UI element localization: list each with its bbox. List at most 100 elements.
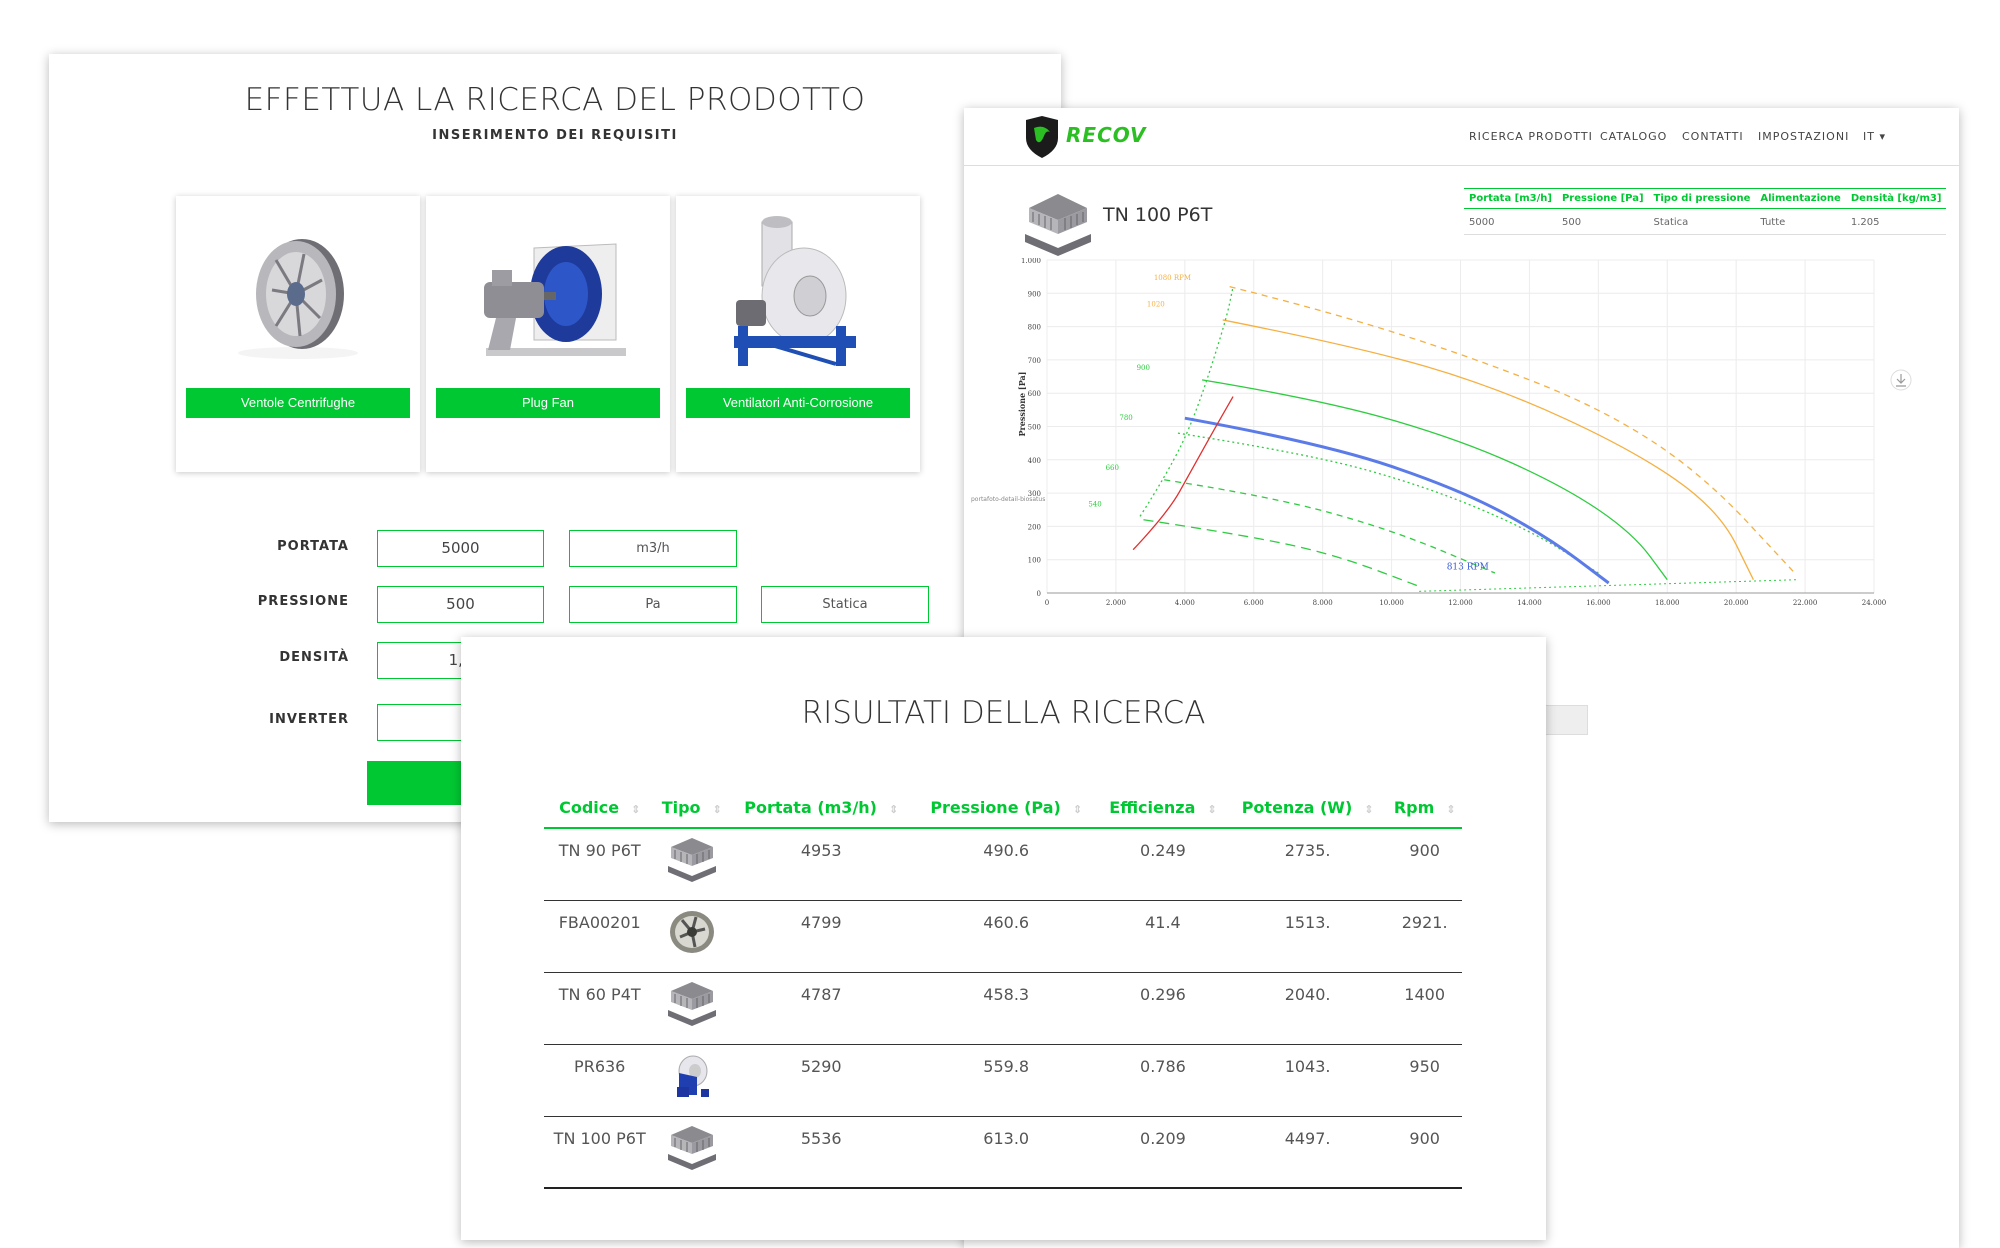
category-button-plug-fan[interactable]: Plug Fan bbox=[436, 388, 660, 418]
x-tick-label: 16.000 bbox=[1586, 599, 1611, 607]
chart-download-icon[interactable] bbox=[1890, 369, 1912, 391]
operating-rpm-label: 813 RPM bbox=[1447, 563, 1489, 573]
category-button-anticorrosione[interactable]: Ventilatori Anti-Corrosione bbox=[686, 388, 910, 418]
column-header-tipo[interactable]: Tipo ⇕ bbox=[655, 786, 729, 829]
x-tick-label: 4.000 bbox=[1175, 599, 1195, 607]
y-tick-label: 600 bbox=[1028, 390, 1041, 398]
cell-efficienza: 0.209 bbox=[1098, 1116, 1228, 1189]
column-header-potenza[interactable]: Potenza (W) ⇕ bbox=[1227, 786, 1388, 829]
densita-label: DENSITÀ bbox=[279, 650, 349, 665]
search-form-title: EFFETTUA LA RICERCA DEL PRODOTTO bbox=[244, 82, 866, 118]
category-card-anticorrosione[interactable]: Ventilatori Anti-Corrosione bbox=[676, 196, 920, 472]
top-navbar: RECOV RICERCA PRODOTTI CATALOGO CONTATTI… bbox=[964, 108, 1959, 166]
table-row[interactable]: FBA00201 4799 460.6 41.4 1513. 2921. bbox=[544, 900, 1462, 973]
brand-name[interactable]: RECOV bbox=[1066, 123, 1147, 147]
nav-ricerca-prodotti[interactable]: RICERCA PRODOTTI bbox=[1469, 130, 1593, 143]
x-tick-label: 8.000 bbox=[1313, 599, 1333, 607]
portata-unit-select[interactable]: m3/h bbox=[569, 530, 737, 567]
portata-input[interactable]: 5000 bbox=[377, 530, 544, 567]
category-button-centrifughe[interactable]: Ventole Centrifughe bbox=[186, 388, 410, 418]
curve-series-0 bbox=[1229, 286, 1796, 574]
cell-portata: 5290 bbox=[728, 1044, 915, 1117]
spec-value-densita: 1.205 bbox=[1845, 208, 1947, 235]
sort-icon[interactable]: ⇕ bbox=[631, 803, 640, 816]
cell-efficienza: 0.296 bbox=[1098, 972, 1228, 1045]
sort-icon[interactable]: ⇕ bbox=[1446, 803, 1455, 816]
x-tick-label: 10.000 bbox=[1379, 599, 1404, 607]
nav-impostazioni[interactable]: IMPOSTAZIONI bbox=[1758, 130, 1849, 143]
nav-contatti[interactable]: CONTATTI bbox=[1682, 130, 1744, 143]
sort-icon[interactable]: ⇕ bbox=[1073, 803, 1082, 816]
curve-series-6 bbox=[1139, 286, 1234, 517]
y-tick-label: 700 bbox=[1028, 357, 1041, 365]
table-row[interactable]: TN 90 P6T 4953 490.6 0.249 2735. 900 bbox=[544, 828, 1462, 901]
results-panel: RISULTATI DELLA RICERCA Codice ⇕ Tipo ⇕ Po… bbox=[461, 637, 1546, 1240]
pressione-input[interactable]: 500 bbox=[377, 586, 544, 623]
curve-series-1 bbox=[1222, 319, 1754, 580]
cell-codice: PR636 bbox=[544, 1044, 656, 1117]
pressione-label: PRESSIONE bbox=[257, 594, 349, 609]
category-card-plug-fan[interactable]: Plug Fan bbox=[426, 196, 670, 472]
spec-header-pressione: Pressione [Pa] bbox=[1556, 188, 1649, 209]
sort-icon[interactable]: ⇕ bbox=[1207, 803, 1216, 816]
roof-fan-icon bbox=[665, 838, 719, 887]
cell-potenza: 1513. bbox=[1227, 900, 1388, 973]
cell-codice: FBA00201 bbox=[544, 900, 656, 973]
recov-logo-icon[interactable] bbox=[1022, 116, 1062, 158]
requirements-table: Portata [m3/h] Pressione [Pa] Tipo di pr… bbox=[1464, 188, 1947, 235]
spec-header-portata: Portata [m3/h] bbox=[1464, 188, 1557, 209]
rpm-label: 1080 RPM bbox=[1154, 274, 1191, 282]
y-tick-label: 800 bbox=[1028, 324, 1041, 332]
cell-tipo bbox=[655, 828, 729, 901]
y-axis-label: Pressione [Pa] bbox=[1017, 372, 1027, 437]
column-header-rpm[interactable]: Rpm ⇕ bbox=[1387, 786, 1462, 829]
curve-series-7 bbox=[1184, 416, 1610, 585]
y-tick-label: 200 bbox=[1028, 523, 1041, 531]
curve-series-3 bbox=[1177, 432, 1599, 574]
results-title: RISULTATI DELLA RICERCA bbox=[801, 695, 1206, 731]
cell-potenza: 2040. bbox=[1227, 972, 1388, 1045]
blue-centrifugal-fan-icon bbox=[665, 1055, 719, 1103]
nav-language-dropdown[interactable]: IT ▾ bbox=[1863, 130, 1886, 143]
cell-portata: 4953 bbox=[728, 828, 915, 901]
nav-catalogo[interactable]: CATALOGO bbox=[1600, 130, 1667, 143]
pressione-type-select[interactable]: Statica bbox=[761, 586, 929, 623]
cell-portata: 5536 bbox=[728, 1116, 915, 1189]
portata-label: PORTATA bbox=[277, 539, 349, 554]
rpm-label: 900 bbox=[1137, 364, 1150, 372]
x-tick-label: 14.000 bbox=[1517, 599, 1542, 607]
cell-rpm: 2921. bbox=[1387, 900, 1462, 973]
spec-value-portata: 5000 bbox=[1464, 208, 1557, 235]
cell-pressione: 458.3 bbox=[914, 972, 1098, 1045]
cell-codice: TN 100 P6T bbox=[544, 1116, 656, 1189]
spec-value-alimentazione: Tutte bbox=[1755, 208, 1846, 235]
column-header-codice[interactable]: Codice ⇕ bbox=[544, 786, 656, 829]
spec-header-densita: Densità [kg/m3] bbox=[1845, 188, 1947, 209]
table-row[interactable]: PR636 5290 559.8 0.786 1043. 950 bbox=[544, 1044, 1462, 1117]
spec-value-pressione: 500 bbox=[1556, 208, 1649, 235]
cell-rpm: 900 bbox=[1387, 828, 1462, 901]
rpm-label: 540 bbox=[1088, 500, 1101, 508]
anticorrosion-fan-icon bbox=[734, 216, 856, 366]
axial-fan-icon bbox=[665, 910, 719, 959]
column-header-portata[interactable]: Portata (m3/h) ⇕ bbox=[728, 786, 915, 829]
cell-efficienza: 41.4 bbox=[1098, 900, 1228, 973]
sort-icon[interactable]: ⇕ bbox=[713, 803, 722, 816]
table-row[interactable]: TN 100 P6T 5536 613.0 0.209 4497. 900 bbox=[544, 1116, 1462, 1189]
cell-potenza: 2735. bbox=[1227, 828, 1388, 901]
y-tick-label: 900 bbox=[1028, 290, 1041, 298]
rpm-label: 1020 bbox=[1147, 301, 1165, 309]
column-header-efficienza[interactable]: Efficienza ⇕ bbox=[1098, 786, 1228, 829]
chart-footnote: portafoto-detail-biosatus bbox=[971, 496, 1045, 503]
column-header-pressione[interactable]: Pressione (Pa) ⇕ bbox=[914, 786, 1098, 829]
category-card-centrifughe[interactable]: Ventole Centrifughe bbox=[176, 196, 420, 472]
sort-icon[interactable]: ⇕ bbox=[889, 803, 898, 816]
sort-icon[interactable]: ⇕ bbox=[1364, 803, 1373, 816]
y-tick-label: 400 bbox=[1028, 457, 1041, 465]
table-row[interactable]: TN 60 P4T 4787 458.3 0.296 2040. 1400 bbox=[544, 972, 1462, 1045]
pressione-unit-select[interactable]: Pa bbox=[569, 586, 737, 623]
search-form-subtitle: INSERIMENTO DEI REQUISITI bbox=[432, 128, 678, 143]
cell-tipo bbox=[655, 1044, 729, 1117]
cell-codice: TN 60 P4T bbox=[544, 972, 656, 1045]
cell-pressione: 460.6 bbox=[914, 900, 1098, 973]
